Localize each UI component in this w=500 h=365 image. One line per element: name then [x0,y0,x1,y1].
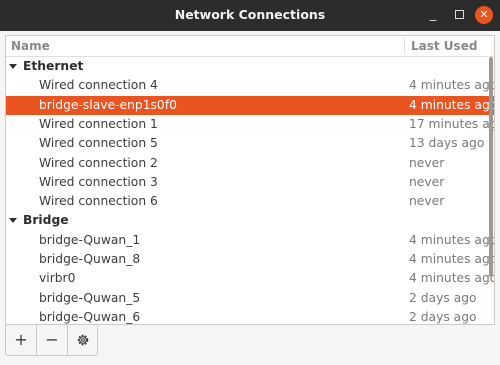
connection-last-used: 4 minutes ago [409,97,495,112]
connection-last-used: 4 minutes ago [409,78,495,93]
maximize-icon [454,10,464,19]
expander-arrow-icon[interactable] [9,218,17,224]
connection-last-used: 4 minutes ago [409,232,495,247]
connection-name: bridge-Quwan_5 [39,290,141,305]
connection-row[interactable]: bridge-Quwan_1 4 minutes ago [6,231,494,250]
connection-last-used: 2 days ago [409,290,477,305]
connections-list[interactable]: Name Last Used Ethernet Wired connection … [5,35,495,325]
minimize-button[interactable]: _ [424,6,442,24]
network-connections-window: Network Connections _ ✕ Name Last Used E… [0,0,500,365]
group-header-ethernet[interactable]: Ethernet [6,57,494,76]
edit-connection-button[interactable] [68,325,99,355]
connection-last-used: 17 minutes ago [409,116,494,131]
connection-row[interactable]: bridge-Quwan_6 2 days ago [6,308,494,324]
connection-last-used: 13 days ago [409,136,485,151]
close-button[interactable]: ✕ [475,6,493,24]
connection-row[interactable]: Wired connection 5 13 days ago [6,134,494,153]
connection-name: Wired connection 6 [39,194,158,209]
vertical-scrollbar[interactable] [489,57,493,277]
connection-last-used: never [409,194,445,209]
column-separator [404,38,405,54]
connection-last-used: 2 days ago [409,309,477,324]
connection-row[interactable]: Wired connection 1 17 minutes ago [6,115,494,134]
connection-name: bridge-Quwan_1 [39,232,141,247]
connection-name: Wired connection 4 [39,78,158,93]
list-header: Name Last Used [6,36,494,57]
connection-name: bridge-Quwan_6 [39,309,141,324]
connection-row[interactable]: Wired connection 2 never [6,154,494,173]
connection-row[interactable]: Wired connection 6 never [6,192,494,211]
connection-row[interactable]: Wired connection 3 never [6,173,494,192]
remove-connection-button[interactable]: − [37,325,68,355]
title-bar[interactable]: Network Connections _ ✕ [0,0,500,31]
connection-row[interactable]: bridge-Quwan_5 2 days ago [6,289,494,308]
connection-name: Wired connection 5 [39,136,158,151]
column-header-last-used[interactable]: Last Used [411,39,477,53]
add-connection-button[interactable]: + [6,325,37,355]
connection-row[interactable]: bridge-slave-enp1s0f0 4 minutes ago [6,95,495,115]
gear-icon [77,334,89,346]
maximize-button[interactable] [450,6,468,24]
connection-name: virbr0 [39,271,76,286]
connection-last-used: never [409,174,445,189]
connection-last-used: 4 minutes ago [409,271,495,286]
group-label: Ethernet [23,59,84,73]
connection-last-used: 4 minutes ago [409,252,495,266]
expander-arrow-icon[interactable] [9,64,17,69]
connection-row[interactable]: virbr0 4 minutes ago [6,269,494,288]
connection-name: Wired connection 3 [39,174,158,189]
column-header-name[interactable]: Name [11,39,50,53]
connection-row[interactable]: bridge-Quwan_8 4 minutes ago [6,250,494,269]
connection-name: bridge-Quwan_8 [39,252,141,266]
connection-last-used: never [409,155,445,170]
connection-name: Wired connection 1 [39,116,158,131]
list-toolbar: + − [5,325,98,356]
connection-row[interactable]: Wired connection 4 4 minutes ago [6,76,494,95]
group-label: Bridge [23,213,69,228]
group-header-bridge[interactable]: Bridge [6,211,494,230]
connection-name: bridge-slave-enp1s0f0 [39,97,177,112]
connection-name: Wired connection 2 [39,155,158,170]
